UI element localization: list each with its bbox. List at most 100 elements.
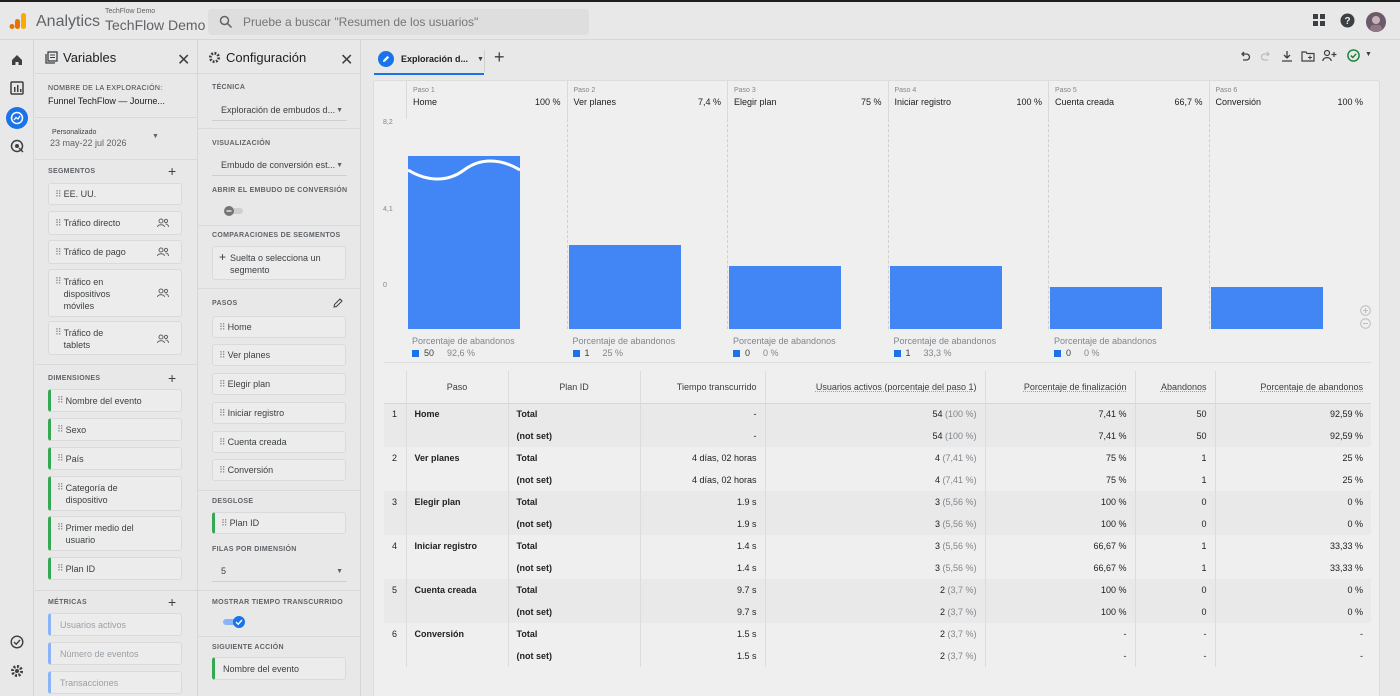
table-row[interactable]: (not set) 1.4 s3 (5,56 %) 66,67 % 1 33,33 %	[384, 557, 1371, 579]
segment-chip[interactable]: ⠿ Tráfico de tablets	[48, 321, 182, 355]
explore-icon[interactable]	[10, 111, 24, 125]
table-row[interactable]: (not set) -54 (100 %) 7,41 % 50 92,59 %	[384, 425, 1371, 447]
segment-chip[interactable]: ⠿ EE. UU.	[48, 183, 182, 205]
drag-handle-icon[interactable]: ⠿	[57, 522, 63, 533]
account-name[interactable]: TechFlow Demo	[105, 17, 205, 33]
abandon-value[interactable]: 1 25 %	[572, 348, 623, 358]
abandon-value[interactable]: 00 %	[1054, 348, 1100, 358]
segment-chip[interactable]: ⠿ Tráfico directo	[48, 211, 182, 235]
date-range[interactable]: 23 may-22 jul 2026	[50, 138, 127, 148]
exploration-tab[interactable]: Exploración d... ▼	[378, 47, 484, 71]
next-action-chip[interactable]: Nombre del evento	[212, 657, 346, 680]
drag-handle-icon[interactable]: ⠿	[219, 465, 225, 476]
col-tiempo[interactable]: Tiempo transcurrido	[640, 371, 766, 404]
funnel-step-header[interactable]: Paso 3 Elegir plan 75 %	[727, 81, 888, 119]
config-close-icon[interactable]: ✕	[340, 50, 353, 70]
drag-handle-icon[interactable]: ⠿	[55, 327, 61, 338]
add-metric-icon[interactable]: +	[168, 594, 176, 610]
segment-drop-zone[interactable]: + Suelta o selecciona un segmento	[212, 246, 346, 280]
funnel-bar[interactable]	[568, 244, 681, 329]
step-chip[interactable]: ⠿ Cuenta creada	[212, 431, 346, 453]
drag-handle-icon[interactable]: ⠿	[219, 350, 225, 361]
funnel-bar[interactable]	[1050, 286, 1162, 329]
funnel-step-header[interactable]: Paso 4 Iniciar registro 100 %	[887, 81, 1049, 119]
dimension-chip[interactable]: ⠿ Nombre del evento	[48, 389, 182, 412]
date-dropdown-icon[interactable]: ▼	[152, 133, 159, 140]
rows-per-dimension-select[interactable]: 5 ▼	[212, 566, 347, 582]
folder-icon[interactable]	[1301, 50, 1315, 62]
funnel-bar[interactable]	[889, 265, 1002, 329]
table-row[interactable]: 2 Ver planes Total 4 días, 02 horas 4 (7,41 …	[384, 447, 1371, 469]
step-chip[interactable]: ⠿ Iniciar registro	[212, 402, 346, 424]
add-dimension-icon[interactable]: +	[168, 370, 176, 386]
status-dropdown-icon[interactable]: ▼	[1365, 51, 1372, 58]
drag-handle-icon[interactable]: ⠿	[55, 276, 61, 287]
table-row[interactable]: (not set) 1.9 s3 (5,56 %) 100 % 0 0 %	[384, 513, 1371, 535]
col-plan-id[interactable]: Plan ID	[508, 371, 641, 404]
drag-handle-icon[interactable]: ⠿	[219, 379, 225, 390]
table-row[interactable]: 5 Cuenta creada Total 9.7 s2 (3,7 %) 100 % 0 0…	[384, 579, 1371, 601]
analytics-logo[interactable]	[9, 12, 27, 30]
funnel-bar[interactable]	[729, 265, 841, 329]
share-user-icon[interactable]	[1322, 49, 1337, 62]
table-row[interactable]: 6 Conversión Total 1.5 s2 (3,7 %) - - -	[384, 623, 1371, 645]
step-chip[interactable]: ⠿ Ver planes	[212, 344, 346, 366]
drag-handle-icon[interactable]: ⠿	[219, 437, 225, 448]
advertising-icon[interactable]	[10, 139, 24, 153]
help-icon[interactable]: ?	[1340, 13, 1355, 28]
download-icon[interactable]	[1281, 50, 1293, 62]
table-row[interactable]: 3 Elegir plan Total 1.9 s3 (5,56 %) 100 % 0 0 …	[384, 491, 1371, 513]
check-circle-icon[interactable]	[1347, 49, 1360, 62]
dimension-chip[interactable]: ⠿ Sexo	[48, 418, 182, 441]
drag-handle-icon[interactable]: ⠿	[219, 322, 225, 333]
dimension-chip[interactable]: ⠿ País	[48, 447, 182, 470]
drag-handle-icon[interactable]: ⠿	[57, 424, 63, 435]
exploration-name[interactable]: Funnel TechFlow — Journe...	[48, 96, 165, 106]
metric-chip[interactable]: Transacciones	[48, 671, 182, 694]
zoom-in-icon[interactable]	[1360, 305, 1371, 316]
open-funnel-toggle-off[interactable]	[223, 205, 245, 217]
settings-gear-icon[interactable]	[10, 664, 24, 678]
drag-handle-icon[interactable]: ⠿	[55, 189, 61, 200]
step-chip[interactable]: ⠿ Home	[212, 316, 346, 338]
apps-grid-icon[interactable]	[1312, 13, 1326, 27]
drag-handle-icon[interactable]: ⠿	[221, 518, 227, 529]
elapsed-time-toggle-on[interactable]	[222, 615, 246, 629]
visualization-select[interactable]: Embudo de conversión est... ▼	[212, 160, 347, 176]
user-avatar[interactable]	[1366, 12, 1386, 32]
edit-pencil-icon[interactable]	[333, 298, 343, 308]
col-paso[interactable]: Paso	[406, 371, 509, 404]
drag-handle-icon[interactable]: ⠿	[57, 395, 63, 406]
undo-icon[interactable]	[1239, 51, 1251, 63]
drag-handle-icon[interactable]: ⠿	[57, 563, 63, 574]
drag-handle-icon[interactable]: ⠿	[55, 218, 61, 229]
dimension-chip[interactable]: ⠿ Plan ID	[48, 557, 182, 580]
funnel-step-header[interactable]: Paso 6 Conversión 100 %	[1208, 81, 1370, 119]
add-segment-icon[interactable]: +	[168, 163, 176, 179]
redo-icon[interactable]	[1260, 51, 1272, 63]
add-tab-icon[interactable]: +	[494, 47, 505, 68]
funnel-step-header[interactable]: Paso 2 Ver planes 7,4 %	[566, 81, 728, 119]
funnel-step-header[interactable]: Paso 1 Home 100 %	[406, 81, 567, 119]
funnel-bar[interactable]	[408, 156, 520, 329]
metric-chip[interactable]: Usuarios activos	[48, 613, 182, 636]
abandon-value[interactable]: 50 92,6 %	[412, 348, 475, 358]
zoom-out-icon[interactable]	[1360, 318, 1371, 329]
segment-chip[interactable]: ⠿ Tráfico de pago	[48, 240, 182, 264]
table-row[interactable]: (not set) 4 días, 02 horas 4 (7,41 %) 75 % 1…	[384, 469, 1371, 491]
drag-handle-icon[interactable]: ⠿	[219, 408, 225, 419]
drag-handle-icon[interactable]: ⠿	[57, 453, 63, 464]
metric-chip[interactable]: Número de eventos	[48, 642, 182, 665]
drag-handle-icon[interactable]: ⠿	[55, 247, 61, 258]
funnel-bar[interactable]	[1210, 286, 1323, 329]
table-row[interactable]: 4 Iniciar registro Total 1.4 s3 (5,56 %) 66,…	[384, 535, 1371, 557]
search-bar[interactable]: Pruebe a buscar "Resumen de los usuarios…	[208, 9, 589, 35]
segment-chip[interactable]: ⠿ Tráfico en dispositivos móviles	[48, 269, 182, 317]
step-chip[interactable]: ⠿ Conversión	[212, 459, 346, 481]
account-sub[interactable]: TechFlow Demo	[105, 8, 155, 15]
table-row[interactable]: (not set) 1.5 s2 (3,7 %) - - -	[384, 645, 1371, 667]
home-icon[interactable]	[10, 53, 24, 67]
variables-close-icon[interactable]: ✕	[177, 50, 190, 70]
breakdown-chip[interactable]: ⠿ Plan ID	[212, 512, 346, 534]
abandon-value[interactable]: 1 33,3 %	[893, 348, 952, 358]
